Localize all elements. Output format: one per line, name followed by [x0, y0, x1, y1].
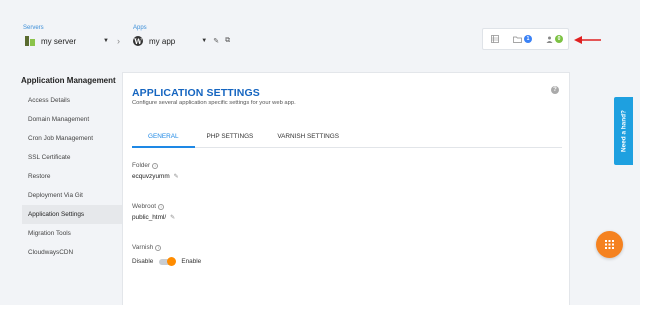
varnish-enable-label: Enable	[181, 258, 202, 265]
sidebar-item-cron-job-management[interactable]: Cron Job Management	[22, 129, 124, 148]
sidebar-item-deployment-via-git[interactable]: Deployment Via Git	[22, 186, 124, 205]
sidebar-item-cloudwayscdn[interactable]: CloudwaysCDN	[22, 243, 124, 262]
varnish-label-text: Varnish	[132, 244, 154, 251]
sidebar-item-domain-management[interactable]: Domain Management	[22, 110, 124, 129]
chevron-down-icon: ▼	[103, 38, 109, 44]
sidebar-item-label: Migration Tools	[28, 230, 71, 237]
need-a-hand-label: Need a hand?	[620, 110, 627, 152]
sidebar-item-restore[interactable]: Restore	[22, 167, 124, 186]
notifications-badge: 1	[524, 35, 532, 43]
folder-value: ecquvzyumm ✎	[132, 173, 179, 180]
settings-tabs: GENERAL PHP SETTINGS VARNISH SETTINGS	[132, 131, 562, 148]
user-icon	[546, 36, 553, 43]
sidebar-item-application-settings[interactable]: Application Settings	[22, 205, 124, 224]
folder-label: Folder i	[132, 162, 159, 169]
sidebar-item-label: CloudwaysCDN	[28, 249, 74, 256]
server-icon	[25, 36, 35, 46]
webroot-value-text: public_html/	[132, 214, 167, 221]
sidebar-item-migration-tools[interactable]: Migration Tools	[22, 224, 124, 243]
server-name: my server	[41, 36, 77, 46]
pencil-icon[interactable]: ✎	[213, 37, 219, 45]
notifications-button[interactable]: 1	[513, 35, 532, 43]
sidebar-item-ssl-certificate[interactable]: SSL Certificate	[22, 148, 124, 167]
webroot-label-text: Webroot	[132, 203, 157, 210]
folder-value-text: ecquvzyumm	[132, 173, 170, 180]
varnish-disable-label: Disable	[132, 258, 154, 265]
pencil-icon[interactable]: ✎	[174, 173, 179, 180]
info-icon[interactable]: i	[152, 162, 159, 169]
folder-icon	[513, 36, 522, 43]
pencil-icon[interactable]: ✎	[170, 214, 175, 221]
red-arrow-annotation	[574, 36, 601, 44]
webroot-label: Webroot i	[132, 203, 165, 210]
sidebar-item-access-details[interactable]: Access Details	[22, 91, 124, 110]
wordpress-icon: W	[133, 36, 143, 46]
top-bar: Servers my server ▼ › Apps W my app ▼ ✎ …	[0, 0, 640, 62]
sidebar-item-label: SSL Certificate	[28, 154, 71, 161]
varnish-label: Varnish i	[132, 244, 162, 251]
apps-grid-button[interactable]	[596, 231, 623, 258]
varnish-toggle-row: Disable Enable	[132, 257, 202, 266]
page-subtitle: Configure several application specific s…	[132, 100, 296, 106]
sidebar-item-label: Deployment Via Git	[28, 192, 83, 199]
users-badge: 0	[555, 35, 563, 43]
sidebar-item-label: Domain Management	[28, 116, 90, 123]
webroot-value: public_html/ ✎	[132, 214, 175, 221]
chevron-right-icon: ›	[117, 36, 120, 46]
app-name: my app	[149, 36, 176, 46]
folder-label-text: Folder	[132, 162, 151, 169]
app-frame: Servers my server ▼ › Apps W my app ▼ ✎ …	[0, 0, 640, 305]
page-title: APPLICATION SETTINGS	[132, 87, 260, 99]
list-icon	[491, 35, 499, 43]
chevron-down-icon: ▼	[201, 38, 208, 44]
sidebar-item-label: Restore	[28, 173, 51, 180]
apps-label: Apps	[133, 25, 147, 31]
need-a-hand-tab[interactable]: Need a hand?	[614, 97, 633, 165]
sidebar-title: Application Management	[21, 76, 116, 85]
app-selector[interactable]: W my app ▼ ✎ ⧉	[133, 36, 243, 46]
sidebar-item-label: Application Settings	[28, 211, 85, 218]
top-status-box: 1 0	[482, 28, 569, 50]
info-icon[interactable]: i	[155, 244, 162, 251]
toggle-knob	[167, 257, 177, 266]
tab-php-settings[interactable]: PHP SETTINGS	[195, 131, 266, 148]
sidebar-item-label: Access Details	[28, 97, 70, 104]
help-icon[interactable]: ?	[551, 86, 559, 94]
server-selector[interactable]: my server ▼	[25, 36, 109, 46]
grid-icon	[605, 240, 614, 249]
users-button[interactable]: 0	[546, 35, 563, 43]
servers-label: Servers	[23, 25, 44, 31]
sidebar-item-label: Cron Job Management	[28, 135, 94, 142]
tab-general[interactable]: GENERAL	[132, 131, 195, 148]
list-button[interactable]	[491, 35, 499, 43]
varnish-toggle[interactable]	[159, 257, 177, 266]
settings-card: APPLICATION SETTINGS Configure several a…	[122, 72, 570, 305]
tab-varnish-settings[interactable]: VARNISH SETTINGS	[265, 131, 351, 148]
info-icon[interactable]: i	[158, 203, 165, 210]
external-link-icon[interactable]: ⧉	[225, 37, 230, 45]
